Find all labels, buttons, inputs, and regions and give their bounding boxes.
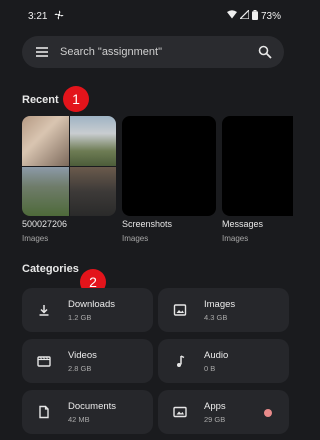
recent-item-messages[interactable]: Messages Images: [222, 116, 293, 246]
recent-item-screenshots[interactable]: Screenshots Images: [122, 116, 216, 246]
notification-dot: [264, 409, 272, 417]
categories-title: Categories: [22, 263, 79, 275]
photo-thumbnail: [69, 166, 116, 216]
category-size: 29 GB: [204, 414, 226, 424]
category-label: Documents: [68, 400, 117, 412]
video-icon: [36, 353, 52, 369]
category-label: Apps: [204, 400, 226, 412]
recent-item-subtitle: Images: [22, 234, 49, 243]
status-time: 3:21: [28, 10, 48, 22]
category-images[interactable]: Images 4.3 GB: [158, 288, 289, 332]
recent-item-subtitle: Images: [222, 234, 249, 243]
recent-title: Recent: [22, 94, 59, 106]
recent-item-name: Screenshots: [122, 219, 173, 229]
category-size: 2.8 GB: [68, 363, 92, 373]
category-videos[interactable]: Videos 2.8 GB: [22, 339, 153, 383]
category-size: 0 B: [204, 363, 216, 373]
apps-icon: [172, 404, 188, 420]
categories-grid: Downloads 1.2 GB Images 4.3 GB Videos 2.…: [22, 288, 289, 434]
category-documents[interactable]: Documents 42 MB: [22, 390, 153, 434]
recent-item-name: 500027206: [22, 219, 68, 229]
recent-item-500027206[interactable]: 500027206 Images: [22, 116, 116, 246]
photo-thumbnail: [22, 116, 69, 166]
category-label: Images: [204, 298, 236, 310]
download-icon: [36, 302, 52, 318]
category-size: 4.3 GB: [204, 312, 228, 322]
category-downloads[interactable]: Downloads 1.2 GB: [22, 288, 153, 332]
annotation-badge-1: 1: [63, 86, 89, 112]
photo-thumbnail: [22, 166, 69, 216]
image-icon: [172, 302, 188, 318]
battery-icon: [251, 9, 258, 23]
battery-percent: 73%: [260, 10, 281, 22]
search-placeholder[interactable]: Search "assignment": [60, 46, 258, 58]
category-size: 1.2 GB: [68, 312, 92, 322]
fan-icon: [54, 10, 64, 23]
recent-thumbnail[interactable]: [222, 116, 293, 216]
category-audio[interactable]: Audio 0 B: [158, 339, 289, 383]
category-label: Downloads: [68, 298, 115, 310]
category-apps[interactable]: Apps 29 GB: [158, 390, 289, 434]
wifi-icon: [226, 10, 237, 22]
photo-thumbnail: [69, 116, 116, 166]
category-size: 42 MB: [68, 414, 90, 424]
recent-thumbnail[interactable]: [122, 116, 216, 216]
recent-list: 500027206 Images Screenshots Images Mess…: [22, 116, 293, 246]
signal-icon: [238, 8, 250, 22]
recent-item-subtitle: Images: [122, 234, 149, 243]
search-bar[interactable]: Search "assignment": [22, 36, 284, 68]
music-note-icon: [172, 353, 188, 369]
document-icon: [36, 404, 52, 420]
search-icon[interactable]: [258, 45, 272, 59]
category-label: Videos: [68, 349, 97, 361]
category-label: Audio: [204, 349, 229, 361]
recent-thumbnail[interactable]: [22, 116, 116, 216]
recent-item-name: Messages: [222, 219, 264, 229]
menu-icon[interactable]: [34, 44, 50, 60]
status-bar: 3:21 73%: [0, 0, 293, 32]
